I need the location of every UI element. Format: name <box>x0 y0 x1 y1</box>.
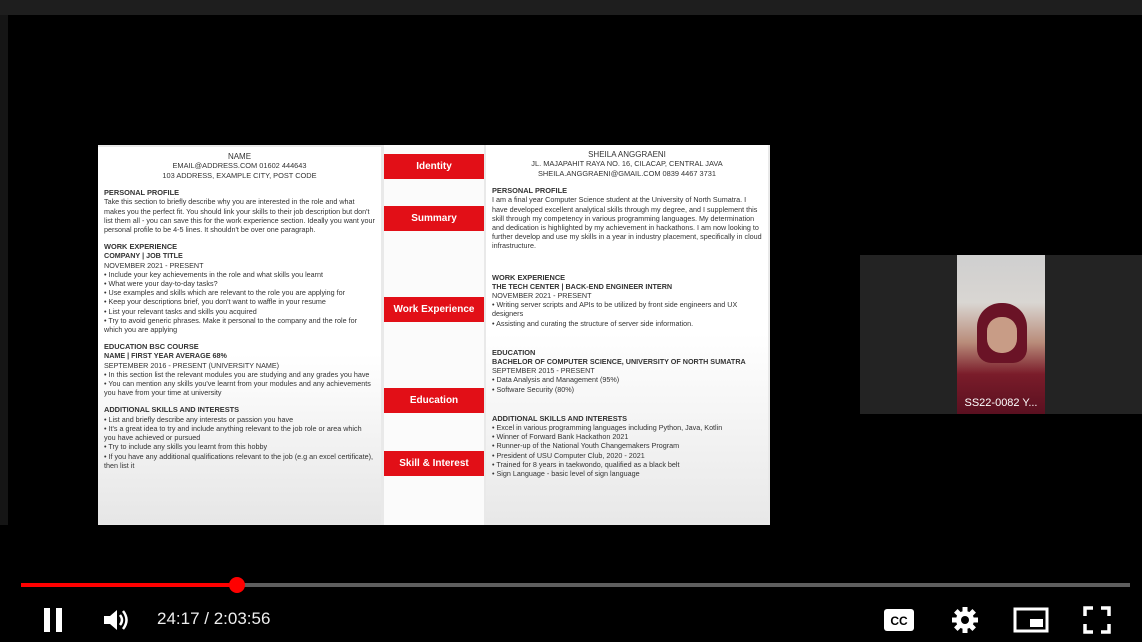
profile-heading: PERSONAL PROFILE <box>492 186 568 196</box>
list-item: Keep your descriptions brief, you don't … <box>104 297 375 306</box>
education-date: SEPTEMBER 2015 - PRESENT <box>492 366 595 376</box>
resume-address: 103 ADDRESS, EXAMPLE CITY, POST CODE <box>162 170 317 180</box>
resume-name: SHEILA ANGGRAENI <box>588 150 666 159</box>
resume-contact: SHEILA.ANGGRAENI@GMAIL.COM 0839 4467 373… <box>538 168 716 178</box>
settings-button[interactable] <box>948 603 982 637</box>
tab-education: Education <box>384 388 484 413</box>
svg-text:CC: CC <box>890 614 908 628</box>
list-item: Runner-up of the National Youth Changema… <box>492 441 762 450</box>
list-item: President of USU Computer Club, 2020 - 2… <box>492 451 762 460</box>
time-current: 24:17 <box>157 609 200 628</box>
list-item: List and briefly describe any interests … <box>104 415 375 424</box>
profile-text: Take this section to briefly describe wh… <box>104 197 375 235</box>
fullscreen-icon <box>1083 606 1111 634</box>
time-total: 2:03:56 <box>213 609 271 628</box>
profile-text: I am a final year Computer Science stude… <box>492 195 762 251</box>
fullscreen-button[interactable] <box>1080 603 1114 637</box>
list-item: Use examples and skills which are releva… <box>104 288 375 297</box>
work-subtitle: THE TECH CENTER | BACK-END ENGINEER INTE… <box>492 281 673 291</box>
list-item: Assisting and curating the structure of … <box>492 319 762 328</box>
list-item: Writing server scripts and APIs to be ut… <box>492 300 762 318</box>
miniplayer-icon <box>1013 607 1049 633</box>
list-item: Data Analysis and Management (95%) <box>492 375 762 384</box>
resume-name: NAME <box>227 152 252 161</box>
captions-button[interactable]: CC <box>880 604 918 636</box>
time-separator: / <box>199 609 214 628</box>
resume-template-left: NAME EMAIL@ADDRESS.COM 01602 444643 103 … <box>98 147 381 524</box>
captions-icon: CC <box>884 609 914 631</box>
volume-button[interactable] <box>99 604 133 636</box>
education-date: SEPTEMBER 2016 - PRESENT (UNIVERSITY NAM… <box>104 360 280 370</box>
list-item: Try to include any skills you learnt fro… <box>104 442 375 451</box>
work-subtitle: COMPANY | JOB TITLE <box>104 251 183 261</box>
skills-heading: ADDITIONAL SKILLS AND INTERESTS <box>104 405 240 415</box>
profile-heading: PERSONAL PROFILE <box>104 188 180 198</box>
list-item: Excel in various programming languages i… <box>492 423 762 432</box>
list-item: Software Security (80%) <box>492 385 762 394</box>
time-display: 24:17 / 2:03:56 <box>157 608 270 630</box>
tab-identity: Identity <box>384 154 484 179</box>
top-bar <box>0 0 1142 15</box>
tab-work-experience: Work Experience <box>384 297 484 322</box>
pause-icon <box>44 608 62 632</box>
list-item: What were your day-to-day tasks? <box>104 279 375 288</box>
work-date: NOVEMBER 2021 - PRESENT <box>492 291 592 301</box>
work-heading: WORK EXPERIENCE <box>492 272 566 282</box>
participant-face <box>987 317 1017 353</box>
work-heading: WORK EXPERIENCE <box>104 242 178 252</box>
list-item: If you have any additional qualification… <box>104 452 375 470</box>
education-heading: EDUCATION BSC COURSE <box>104 342 199 352</box>
miniplayer-button[interactable] <box>1012 604 1050 636</box>
progress-scrubber[interactable] <box>229 577 245 593</box>
progress-played <box>21 583 237 587</box>
resume-example-right: SHEILA ANGGRAENI JL. MAJAPAHIT RAYA NO. … <box>486 145 768 523</box>
list-item: List your relevant tasks and skills you … <box>104 307 375 316</box>
participant-name: SS22-0082 Y... <box>964 397 1038 409</box>
list-item: Winner of Forward Bank Hackathon 2021 <box>492 432 762 441</box>
resume-contact: EMAIL@ADDRESS.COM 01602 444643 <box>172 161 307 171</box>
list-item: You can mention any skills you've learnt… <box>104 379 375 397</box>
education-subtitle: NAME | FIRST YEAR AVERAGE 68% <box>104 351 227 361</box>
resume-address: JL. MAJAPAHIT RAYA NO. 16, CILACAP, CENT… <box>531 159 723 169</box>
tab-skill-interest: Skill & Interest <box>384 451 484 476</box>
list-item: Sign Language - basic level of sign lang… <box>492 469 762 478</box>
volume-icon <box>104 610 128 630</box>
list-item: Try to avoid generic phrases. Make it pe… <box>104 316 375 334</box>
list-item: In this section list the relevant module… <box>104 370 375 379</box>
left-edge <box>0 15 8 525</box>
work-date: NOVEMBER 2021 - PRESENT <box>104 260 204 270</box>
participant-video <box>957 255 1045 414</box>
tab-summary: Summary <box>384 206 484 231</box>
settings-icon <box>952 607 978 633</box>
list-item: It's a great idea to try and include any… <box>104 424 375 442</box>
list-item: Include your key achievements in the rol… <box>104 270 375 279</box>
skills-heading: ADDITIONAL SKILLS AND INTERESTS <box>492 413 628 423</box>
pause-button[interactable] <box>38 604 68 636</box>
education-subtitle: BACHELOR OF COMPUTER SCIENCE, UNIVERSITY… <box>492 357 746 367</box>
education-heading: EDUCATION <box>492 347 536 357</box>
list-item: Trained for 8 years in taekwondo, qualif… <box>492 460 762 469</box>
